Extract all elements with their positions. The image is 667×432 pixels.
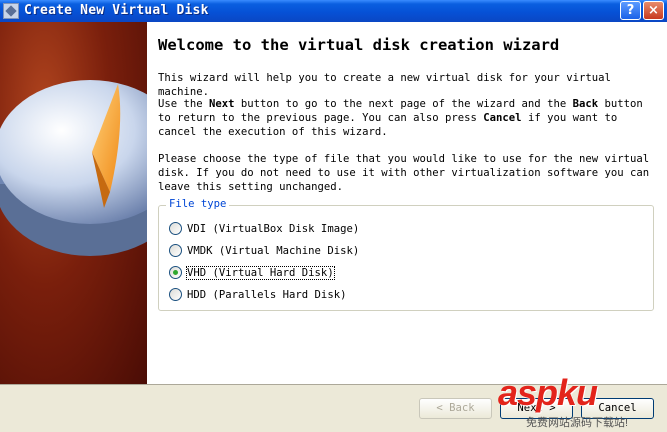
radio-label-vhd[interactable]: VHD (Virtual Hard Disk)	[186, 265, 335, 280]
radio-label-hdd[interactable]: HDD (Parallels Hard Disk)	[187, 289, 346, 301]
radio-button-vhd[interactable]	[169, 266, 182, 279]
next-button[interactable]: Next >	[500, 398, 573, 419]
close-button[interactable]: ×	[643, 1, 664, 20]
help-button[interactable]: ?	[620, 1, 641, 20]
file-type-title: File type	[166, 198, 230, 210]
radio-vhd[interactable]: VHD (Virtual Hard Disk)	[169, 265, 335, 280]
radio-button-hdd[interactable]	[169, 288, 182, 301]
back-button[interactable]: < Back	[419, 398, 492, 419]
radio-button-vmdk[interactable]	[169, 244, 182, 257]
footer-separator	[0, 384, 667, 385]
radio-vmdk[interactable]: VMDK (Virtual Machine Disk)	[169, 244, 359, 257]
disk-pie-icon	[0, 80, 147, 256]
cancel-button[interactable]: Cancel	[581, 398, 654, 419]
intro-text: This wizard will help you to create a ne…	[158, 72, 611, 98]
wizard-page: Welcome to the virtual disk creation wiz…	[147, 22, 667, 384]
title-bar[interactable]: Create New Virtual Disk ? ×	[0, 0, 667, 22]
file-type-group: File type VDI (VirtualBox Disk Image) VM…	[158, 198, 654, 311]
navigation-help-text: Use the Next button to go to the next pa…	[158, 98, 643, 138]
wizard-side-image	[0, 22, 147, 384]
radio-vdi[interactable]: VDI (VirtualBox Disk Image)	[169, 222, 359, 235]
file-type-instructions: Please choose the type of file that you …	[158, 153, 650, 193]
radio-button-vdi[interactable]	[169, 222, 182, 235]
radio-label-vdi[interactable]: VDI (VirtualBox Disk Image)	[187, 223, 359, 235]
radio-hdd[interactable]: HDD (Parallels Hard Disk)	[169, 288, 346, 301]
window-title: Create New Virtual Disk	[24, 3, 209, 18]
page-title: Welcome to the virtual disk creation wiz…	[158, 36, 560, 54]
radio-label-vmdk[interactable]: VMDK (Virtual Machine Disk)	[187, 245, 359, 257]
virtualbox-icon	[3, 3, 19, 19]
